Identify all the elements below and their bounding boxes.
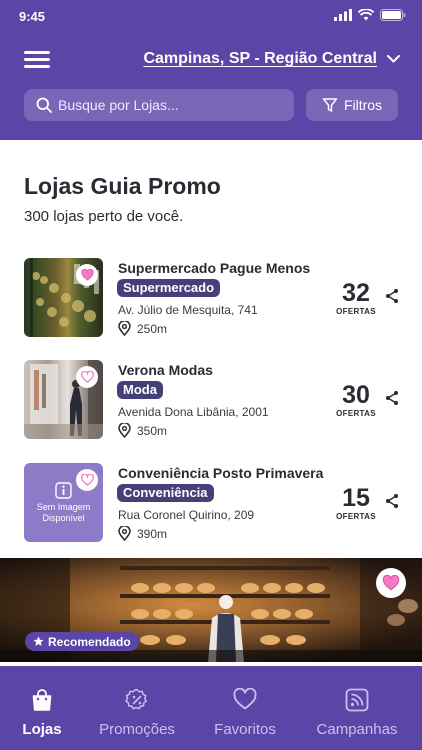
offers-count: 30 OFERTAS <box>330 382 382 418</box>
favorite-button[interactable] <box>76 264 98 286</box>
no-image-text: Sem Imagem Disponível <box>36 502 91 523</box>
store-card[interactable]: Verona Modas Moda Avenida Dona Libânia, … <box>0 360 422 446</box>
distance-row: 390m <box>118 526 167 541</box>
filter-button[interactable]: Filtros <box>306 89 398 121</box>
signal-icon <box>334 9 352 21</box>
star-icon <box>33 636 44 646</box>
store-address: Avenida Dona Libânia, 2001 <box>118 405 269 419</box>
store-distance: 390m <box>137 526 168 541</box>
store-thumbnail <box>24 360 103 439</box>
offers-label: OFERTAS <box>336 409 376 418</box>
heart-outline-icon <box>80 474 94 486</box>
heart-icon <box>233 688 257 710</box>
category-chip: Supermercado <box>117 279 221 297</box>
share-icon[interactable] <box>384 390 400 406</box>
tab-label: Promoções <box>99 721 175 738</box>
store-address: Rua Coronel Quirino, 209 <box>118 508 255 522</box>
discount-badge-icon <box>125 689 147 710</box>
location-label: Campinas, SP - Região Central <box>143 50 377 67</box>
search-icon <box>36 97 52 113</box>
bag-icon <box>32 689 52 711</box>
share-icon[interactable] <box>384 493 400 509</box>
filter-label: Filtros <box>343 97 383 113</box>
campaign-rss-icon <box>345 688 369 712</box>
tab-label: Favoritos <box>214 721 276 738</box>
search-input[interactable] <box>58 97 278 113</box>
tab-label: Campanhas <box>316 721 398 738</box>
heart-icon <box>80 269 94 281</box>
offers-label: OFERTAS <box>336 307 376 316</box>
tab-favoritos[interactable]: Favoritos <box>208 666 282 750</box>
status-time: 9:45 <box>19 9 46 24</box>
battery-icon <box>380 9 406 21</box>
store-name: Verona Modas <box>118 362 213 378</box>
offers-count: 15 OFERTAS <box>330 485 382 521</box>
wifi-icon <box>358 9 374 21</box>
location-pin-icon <box>118 423 131 438</box>
page-subtitle: 300 lojas perto de você. <box>24 208 184 225</box>
store-distance: 350m <box>137 423 168 438</box>
status-icons <box>334 9 406 21</box>
category-chip: Moda <box>117 381 163 399</box>
store-address: Av. Júlio de Mesquita, 741 <box>118 303 258 317</box>
tab-label: Lojas <box>22 721 62 738</box>
distance-row: 350m <box>118 423 167 438</box>
store-distance: 250m <box>137 321 168 336</box>
menu-button[interactable] <box>24 50 52 70</box>
recommended-badge: Recomendado <box>25 632 139 651</box>
image-placeholder-icon <box>55 482 72 499</box>
tab-lojas[interactable]: Lojas <box>14 666 70 750</box>
tab-campanhas[interactable]: Campanhas <box>312 666 402 750</box>
offers-number: 32 <box>342 279 370 307</box>
recommended-label: Recomendado <box>48 634 131 649</box>
app-header: 9:45 Campinas, SP - Região Central Filtr… <box>0 0 422 140</box>
favorite-button[interactable] <box>376 568 406 598</box>
store-thumbnail <box>24 258 103 337</box>
recommended-banner[interactable]: Recomendado <box>0 558 422 662</box>
location-pin-icon <box>118 321 131 336</box>
share-icon[interactable] <box>384 288 400 304</box>
store-name: Supermercado Pague Menos <box>118 260 311 276</box>
bottom-tab-bar: Lojas Promoções Favoritos Campanhas <box>0 666 422 750</box>
store-name: Conveniência Posto Primavera <box>118 465 324 481</box>
search-box[interactable] <box>24 89 294 121</box>
status-bar: 9:45 <box>0 0 422 34</box>
store-thumbnail-placeholder: Sem Imagem Disponível <box>24 463 103 542</box>
chevron-down-icon <box>387 55 400 63</box>
heart-icon <box>382 575 400 591</box>
page-title: Lojas Guia Promo <box>24 173 221 199</box>
heart-outline-icon <box>80 371 94 383</box>
favorite-button[interactable] <box>76 366 98 388</box>
category-chip: Conveniência <box>117 484 214 502</box>
offers-number: 15 <box>342 484 370 512</box>
filter-icon <box>322 98 338 112</box>
store-card[interactable]: Sem Imagem Disponível Conveniência Posto… <box>0 463 422 549</box>
location-pin-icon <box>118 526 131 541</box>
distance-row: 250m <box>118 321 167 336</box>
store-card[interactable]: Supermercado Pague Menos Supermercado Av… <box>0 258 422 344</box>
offers-count: 32 OFERTAS <box>330 280 382 316</box>
tab-promocoes[interactable]: Promoções <box>94 666 180 750</box>
offers-number: 30 <box>342 381 370 409</box>
offers-label: OFERTAS <box>336 512 376 521</box>
favorite-button[interactable] <box>76 469 98 491</box>
location-selector[interactable]: Campinas, SP - Região Central <box>143 50 400 68</box>
